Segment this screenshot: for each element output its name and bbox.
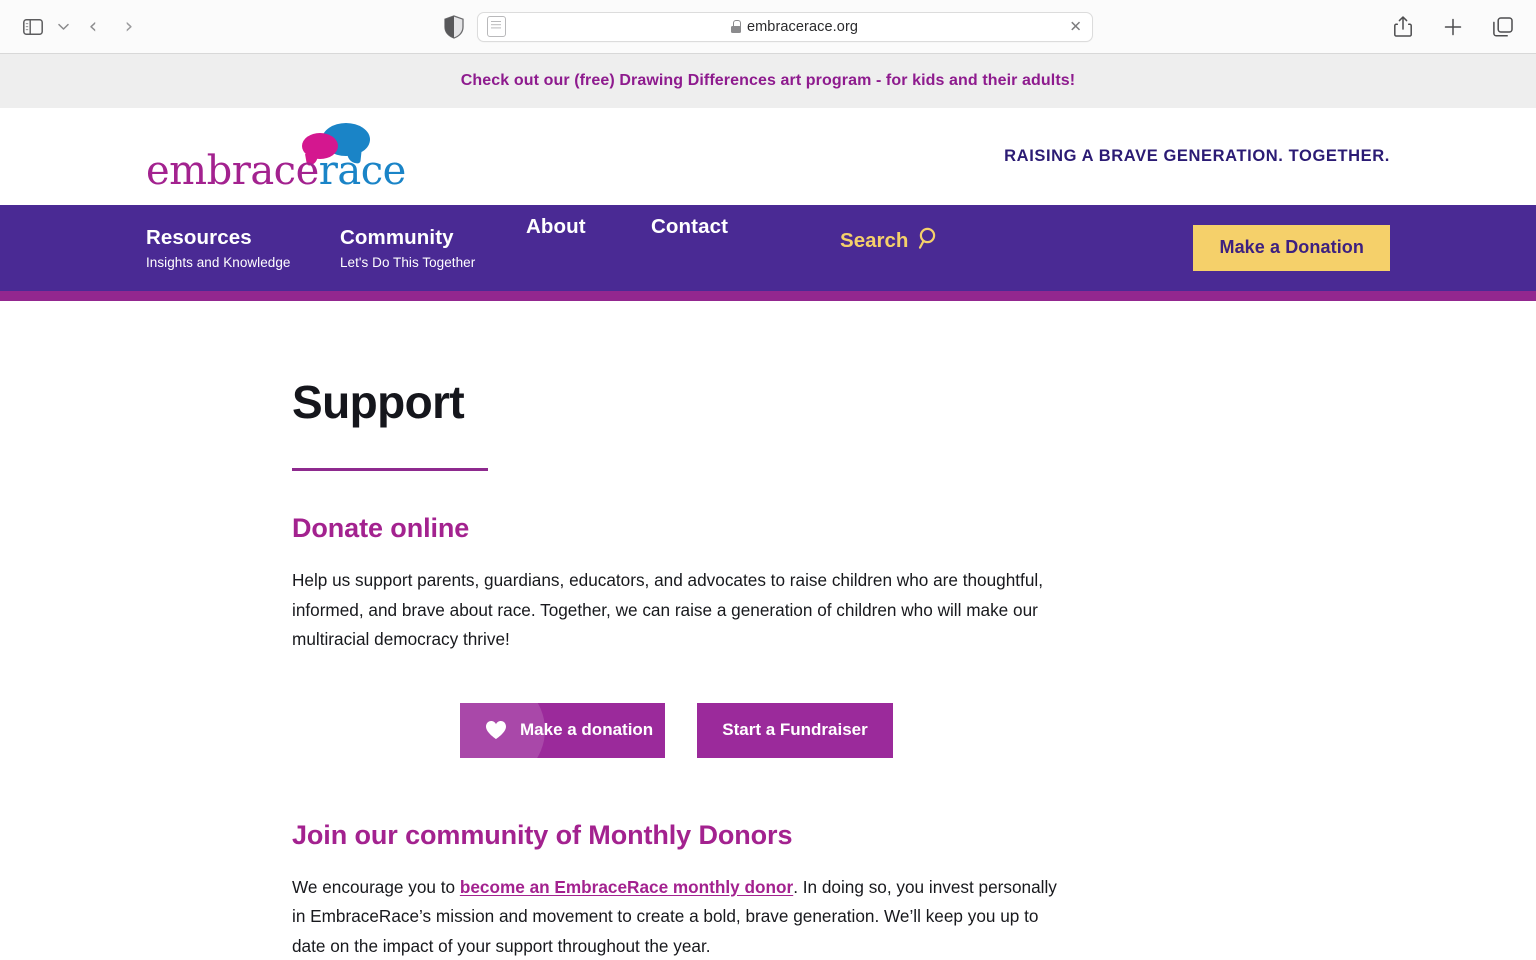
nav-label-community: Community <box>340 226 454 249</box>
nav-accent-bar <box>0 291 1536 301</box>
monthly-donor-link[interactable]: become an EmbraceRace monthly donor <box>460 877 793 897</box>
address-bar[interactable]: embracerace.org ✕ <box>477 11 1093 42</box>
site-promo-banner[interactable]: Check out our (free) Drawing Differences… <box>0 54 1536 108</box>
nav-search-label: Search <box>840 228 909 252</box>
forward-button[interactable]: › <box>112 12 146 42</box>
nav-item-community[interactable]: Community Let's Do This Together <box>340 226 526 270</box>
page-title: Support <box>292 376 465 428</box>
nav-item-resources[interactable]: Resources Insights and Knowledge <box>146 226 340 270</box>
nav-search[interactable]: Search <box>840 226 939 255</box>
lock-icon <box>730 20 741 33</box>
reader-view-icon[interactable] <box>487 16 506 37</box>
nav-item-about[interactable]: About <box>526 215 651 239</box>
page-content: Support Donate online Help us support pa… <box>0 301 1536 960</box>
nav-make-a-donation-button[interactable]: Make a Donation <box>1193 225 1390 271</box>
back-button[interactable]: ‹ <box>76 12 110 42</box>
monthly-text-before-link: We encourage you to <box>292 876 460 897</box>
monthly-donors-paragraph: We encourage you to become an EmbraceRac… <box>292 873 1067 960</box>
logo-wordmark: embracerace <box>146 151 406 191</box>
privacy-shield-icon[interactable] <box>443 14 465 39</box>
clear-url-icon[interactable]: ✕ <box>1069 19 1082 34</box>
back-chevron-icon: ‹ <box>88 14 98 38</box>
site-tagline: RAISING A BRAVE GENERATION. TOGETHER. <box>1004 147 1390 165</box>
section-heading-donate-online: Donate online <box>292 513 470 543</box>
site-promo-banner-text: Check out our (free) Drawing Differences… <box>460 72 1076 89</box>
forward-chevron-icon: › <box>124 14 134 38</box>
url-display: embracerace.org <box>506 19 1083 35</box>
make-a-donation-button-label: Make a donation <box>520 720 654 739</box>
tab-overview-icon[interactable] <box>1486 12 1520 42</box>
title-underline-rule <box>292 468 488 471</box>
site-header: embracerace RAISING A BRAVE GENERATION. … <box>0 108 1536 205</box>
start-a-fundraiser-button-label: Start a Fundraiser <box>722 720 868 739</box>
heart-icon <box>485 720 507 740</box>
donate-online-paragraph: Help us support parents, guardians, educ… <box>292 570 1043 649</box>
main-navigation: Resources Insights and Knowledge Communi… <box>0 205 1536 291</box>
nav-item-contact[interactable]: Contact <box>651 215 728 239</box>
sidebar-toggle-icon[interactable] <box>16 12 50 42</box>
magnifier-icon <box>917 226 939 255</box>
toolbar-center: embracerace.org ✕ <box>0 11 1536 42</box>
logo-word-race: race <box>318 147 407 194</box>
start-a-fundraiser-button[interactable]: Start a Fundraiser <box>697 702 893 758</box>
nav-label-resources: Resources <box>146 226 252 249</box>
toolbar-left-controls: ‹ › <box>16 12 146 42</box>
url-text: embracerace.org <box>746 18 859 35</box>
nav-items: Resources Insights and Knowledge Communi… <box>146 215 939 270</box>
chevron-down-icon[interactable] <box>52 12 74 42</box>
nav-sub-resources: Insights and Knowledge <box>146 255 291 270</box>
share-icon[interactable] <box>1386 12 1420 42</box>
browser-toolbar: ‹ › embracerace.org ✕ <box>0 0 1536 54</box>
nav-label-about: About <box>526 215 586 238</box>
toolbar-right-controls <box>1386 12 1520 42</box>
nav-label-contact: Contact <box>651 215 729 238</box>
make-a-donation-button[interactable]: Make a donation <box>460 702 665 758</box>
nav-sub-community: Let's Do This Together <box>340 255 476 270</box>
donate-cta-row: Make a donation Start a Fundraiser <box>460 702 1536 758</box>
embracerace-logo[interactable]: embracerace <box>146 121 406 193</box>
logo-word-embrace: embrace <box>146 147 319 194</box>
new-tab-button[interactable] <box>1436 12 1470 42</box>
section-heading-monthly-donors: Join our community of Monthly Donors <box>292 819 793 850</box>
